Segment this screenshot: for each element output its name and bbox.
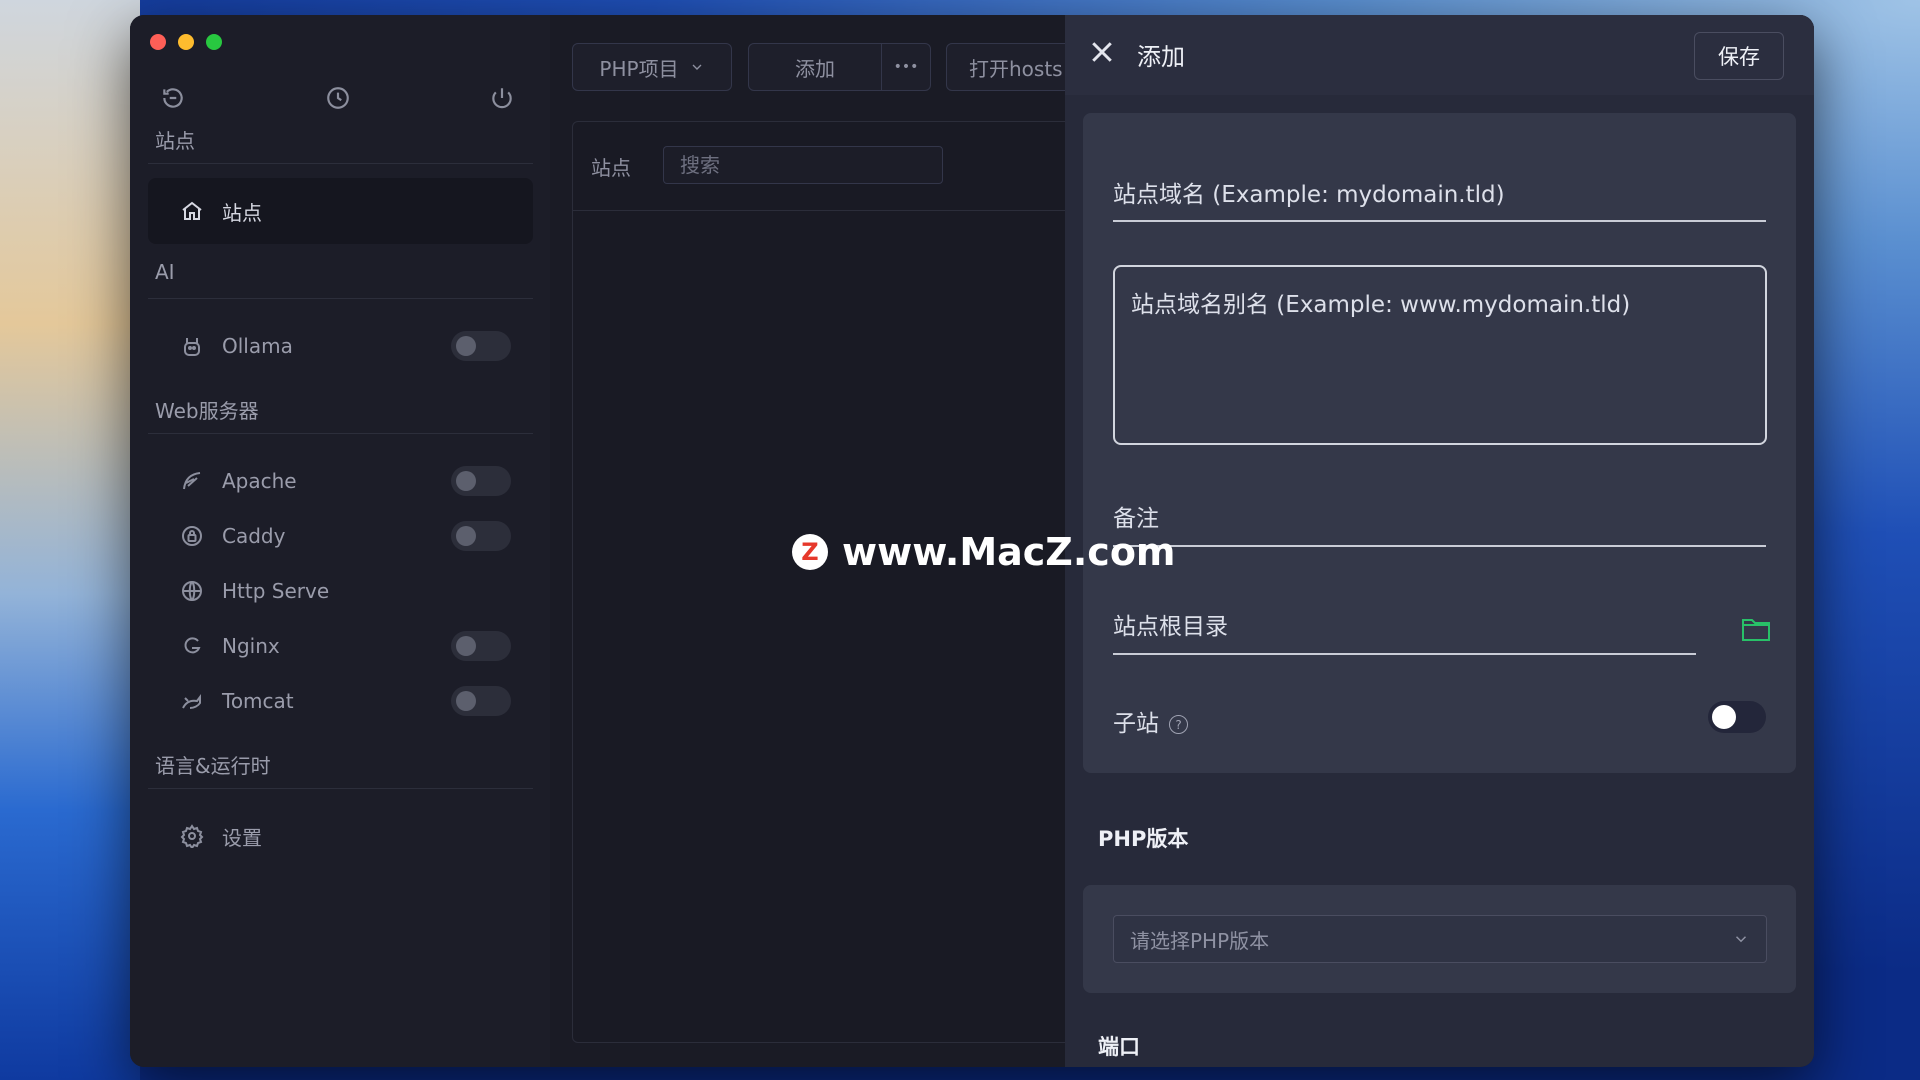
globe-icon xyxy=(178,577,206,605)
search-input[interactable]: 搜索 xyxy=(663,146,943,184)
save-button[interactable]: 保存 xyxy=(1694,32,1784,80)
sidebar-item-sites[interactable]: 站点 xyxy=(148,178,533,244)
domain-input[interactable]: 站点域名 (Example: mydomain.tld) xyxy=(1113,175,1505,209)
chevron-down-icon xyxy=(692,64,702,70)
feather-icon xyxy=(178,467,206,495)
section-title-runtimes: 语言&运行时 xyxy=(155,754,271,778)
section-title-sites: 站点 xyxy=(155,129,195,153)
domain-alias-textarea[interactable]: 站点域名别名 (Example: www.mydomain.tld) xyxy=(1113,265,1767,445)
sidebar-item-label: 设置 xyxy=(222,825,262,850)
sidebar-item-tomcat[interactable]: Tomcat xyxy=(148,668,533,734)
note-input[interactable]: 备注 xyxy=(1113,499,1159,533)
site-form-card: 站点域名 (Example: mydomain.tld) 站点域名别名 (Exa… xyxy=(1083,113,1796,773)
watermark-logo: Z xyxy=(792,534,828,570)
php-version-label: PHP版本 xyxy=(1098,827,1189,851)
divider xyxy=(148,163,533,164)
site-list-label: 站点 xyxy=(591,156,631,180)
watermark: Z www.MacZ.com xyxy=(792,530,1176,574)
power-icon[interactable] xyxy=(489,85,515,115)
chevron-down-icon xyxy=(1735,936,1747,943)
section-title-ai: AI xyxy=(155,260,175,284)
caddy-toggle[interactable] xyxy=(451,521,511,551)
nginx-icon xyxy=(178,632,206,660)
ollama-toggle[interactable] xyxy=(451,331,511,361)
back-icon[interactable] xyxy=(160,85,186,115)
nginx-toggle[interactable] xyxy=(451,631,511,661)
help-icon[interactable]: ? xyxy=(1169,715,1188,734)
sidebar-item-label: Tomcat xyxy=(222,689,294,713)
desktop-wallpaper xyxy=(0,0,140,1080)
root-dir-underline xyxy=(1113,653,1696,655)
sidebar-item-settings[interactable]: 设置 xyxy=(148,803,533,869)
close-window-button[interactable] xyxy=(150,34,166,50)
apache-toggle[interactable] xyxy=(451,466,511,496)
root-dir-input[interactable]: 站点根目录 xyxy=(1113,607,1228,641)
sidebar: 站点 站点 AI Ollama Web服务器 Apache Caddy Http… xyxy=(130,15,550,1067)
add-site-panel: 添加 保存 站点域名 (Example: mydomain.tld) 站点域名别… xyxy=(1065,15,1814,1067)
watermark-text: www.MacZ.com xyxy=(842,530,1176,574)
sidebar-item-label: Nginx xyxy=(222,634,280,658)
folder-icon[interactable] xyxy=(1741,615,1771,643)
section-title-web-servers: Web服务器 xyxy=(155,399,259,423)
note-underline xyxy=(1113,545,1766,547)
php-version-card: 请选择PHP版本 xyxy=(1083,885,1796,993)
php-version-select[interactable]: 请选择PHP版本 xyxy=(1113,915,1767,963)
minimize-window-button[interactable] xyxy=(178,34,194,50)
sidebar-item-label: Ollama xyxy=(222,334,293,358)
history-icon[interactable] xyxy=(325,85,351,115)
gear-icon xyxy=(178,822,206,850)
domain-underline xyxy=(1113,220,1766,222)
sub-site-row: 子站? xyxy=(1113,704,1188,738)
divider xyxy=(148,433,533,434)
zoom-window-button[interactable] xyxy=(206,34,222,50)
sidebar-item-label: Caddy xyxy=(222,524,286,548)
close-icon[interactable] xyxy=(1087,37,1117,67)
window-controls xyxy=(150,34,222,50)
divider xyxy=(148,298,533,299)
llama-icon xyxy=(178,332,206,360)
home-icon xyxy=(178,197,206,225)
sub-site-label: 子站 xyxy=(1113,711,1159,737)
lock-icon xyxy=(178,522,206,550)
php-version-placeholder: 请选择PHP版本 xyxy=(1130,928,1270,953)
panel-header: 添加 保存 xyxy=(1065,15,1814,95)
php-project-label: PHP项目 xyxy=(599,56,679,81)
sidebar-item-label: Http Serve xyxy=(222,579,330,603)
more-button[interactable]: ••• xyxy=(881,43,931,91)
port-label: 端口 xyxy=(1098,1035,1140,1059)
sidebar-item-label: Apache xyxy=(222,469,297,493)
divider xyxy=(148,788,533,789)
tomcat-toggle[interactable] xyxy=(451,686,511,716)
sidebar-item-ollama[interactable]: Ollama xyxy=(148,313,533,379)
app-window: 站点 站点 AI Ollama Web服务器 Apache Caddy Http… xyxy=(130,15,1814,1067)
php-project-dropdown[interactable]: PHP项目 xyxy=(572,43,732,91)
sidebar-top-actions xyxy=(160,85,515,115)
sidebar-item-label: 站点 xyxy=(222,200,262,225)
cat-icon xyxy=(178,687,206,715)
panel-title: 添加 xyxy=(1137,43,1185,71)
add-button[interactable]: 添加 xyxy=(748,43,882,91)
sub-site-toggle[interactable] xyxy=(1708,701,1766,733)
